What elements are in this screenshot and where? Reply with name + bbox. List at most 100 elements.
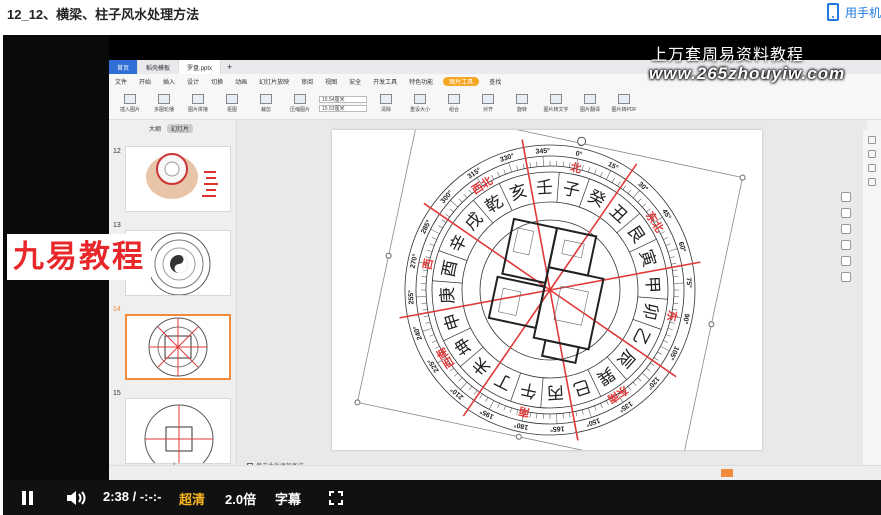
resize-handle [708, 321, 715, 328]
thumb-number: 13 [113, 222, 121, 229]
degree-tick [497, 172, 500, 177]
menu-home[interactable]: 开始 [133, 77, 157, 86]
brand-logo-text: 九易教程 [7, 234, 151, 280]
degree-tick [673, 302, 679, 304]
menu-design[interactable]: 设计 [181, 77, 205, 86]
mountain-label: 癸 [585, 186, 609, 211]
degree-label: 105° [667, 345, 681, 362]
ribbon-ocr[interactable]: 图片转文字 [541, 94, 571, 113]
ribbon-compress[interactable]: 压缩图片 [285, 94, 315, 113]
ribbon-stitch[interactable]: 图片拼接 [183, 94, 213, 113]
style-icon[interactable] [868, 136, 876, 144]
caption-button[interactable]: 字幕 [275, 489, 301, 508]
degree-tick [606, 400, 609, 406]
menu-file[interactable]: 文件 [109, 77, 133, 86]
pause-button[interactable] [21, 491, 35, 505]
menu-animation[interactable]: 动画 [229, 77, 253, 86]
layer-icon[interactable] [841, 256, 851, 266]
app-tab-home[interactable]: 首页 [109, 60, 139, 74]
degree-tick [569, 412, 571, 418]
resize-handle [739, 174, 746, 181]
degree-tick [497, 403, 500, 408]
compass-group: 0°15°30°45°60°75°90°105°120°135°150°165°… [354, 130, 746, 450]
ribbon-insert-picture[interactable]: 插入图片 [115, 94, 145, 113]
mountain-label: 辛 [446, 232, 471, 256]
menu-features[interactable]: 特色功能 [403, 77, 439, 86]
quality-button[interactable]: 超清 [179, 489, 205, 508]
degree-tick [663, 340, 668, 343]
menu-review[interactable]: 审阅 [295, 77, 319, 86]
ribbon-translate[interactable]: 图片翻译 [575, 94, 605, 113]
menu-slideshow[interactable]: 幻灯片放映 [253, 77, 295, 86]
slide-thumbnail-15[interactable] [125, 398, 231, 464]
degree-label: 30° [636, 180, 649, 193]
height-field[interactable]: 15.54厘米 [319, 95, 367, 103]
link-icon[interactable] [841, 240, 851, 250]
resize-handle [354, 399, 361, 406]
mountain-label: 丑 [606, 201, 631, 226]
mountain-label: 壬 [536, 178, 554, 198]
thumb-number: 15 [113, 390, 121, 397]
menu-insert[interactable]: 插入 [157, 77, 181, 86]
degree-tick [503, 169, 506, 175]
ribbon-align[interactable]: 对齐 [473, 94, 503, 113]
degree-tick [485, 397, 489, 402]
phone-link[interactable]: 用手机 [826, 3, 881, 21]
crop-icon[interactable] [841, 208, 851, 218]
page-root: 12_12、横梁、柱子风水处理方法 用手机 首页 稻壳模板 罗盘.pptx + … [0, 0, 881, 515]
degree-tick [600, 172, 603, 177]
degree-tick [669, 321, 675, 324]
menu-search[interactable]: 查找 [483, 77, 507, 86]
top-bar: 12_12、横梁、柱子风水处理方法 用手机 [0, 0, 881, 34]
volume-icon[interactable] [66, 490, 88, 506]
mountain-label: 庚 [438, 286, 458, 304]
menu-security[interactable]: 安全 [343, 77, 367, 86]
zoom-icon[interactable] [841, 192, 851, 202]
degree-tick [667, 248, 678, 252]
fullscreen-icon[interactable] [329, 491, 343, 505]
degree-tick [674, 289, 679, 291]
view-mode-button[interactable] [721, 469, 733, 477]
degree-tick [425, 321, 431, 324]
ribbon-clear[interactable]: 清除 [371, 94, 401, 113]
text-icon[interactable] [868, 178, 876, 186]
degree-tick [660, 346, 670, 352]
slide-thumbnail-pane: 大纲 幻灯片 12 13 14 15 [109, 120, 237, 480]
shape-icon[interactable] [868, 150, 876, 158]
tab-outline[interactable]: 大纲 [149, 124, 161, 133]
degree-tick [425, 256, 431, 259]
picture-icon[interactable] [841, 224, 851, 234]
ribbon-cutout[interactable]: 抠图 [217, 94, 247, 113]
width-field[interactable]: 15.53厘米 [319, 104, 367, 112]
app-tab-document[interactable]: 罗盘.pptx [179, 60, 222, 74]
menu-picture-tools[interactable]: 图片工具 [443, 76, 480, 86]
mountain-label: 寅 [636, 247, 659, 269]
menu-view[interactable]: 视图 [319, 77, 343, 86]
ribbon-rotate[interactable]: 旋转 [507, 94, 537, 113]
compass-diagram[interactable]: 0°15°30°45°60°75°90°105°120°135°150°165°… [332, 130, 762, 450]
mountain-label: 辰 [613, 346, 638, 371]
ribbon-resize[interactable]: 重设大小 [405, 94, 435, 113]
menu-transition[interactable]: 切换 [205, 77, 229, 86]
tab-slides[interactable]: 幻灯片 [167, 124, 194, 133]
degree-label: 210° [449, 385, 465, 401]
ribbon-crop[interactable]: 裁剪 [251, 94, 281, 113]
ribbon-size-fields: 15.54厘米 15.53厘米 [319, 95, 367, 112]
menu-developer[interactable]: 开发工具 [367, 77, 403, 86]
more-icon[interactable] [841, 272, 851, 282]
settings-icon[interactable] [868, 164, 876, 172]
degree-tick [542, 156, 544, 167]
ribbon-carousel[interactable]: 多图轮播 [149, 94, 179, 113]
app-tab-templates[interactable]: 稻壳模板 [138, 60, 180, 74]
video-player[interactable]: 首页 稻壳模板 罗盘.pptx + 文件 开始 插入 设计 切换 动画 幻灯片放… [3, 35, 881, 515]
slide-thumbnail-12[interactable] [125, 146, 231, 212]
ribbon-to-pdf[interactable]: 图片转PDF [609, 94, 639, 113]
degree-tick [429, 243, 435, 246]
speed-button[interactable]: 2.0倍 [225, 489, 256, 508]
slide-canvas[interactable]: 0° 15° 30° 45° 60° 75° 90° 105° 120° 135° 150° 165°… [332, 130, 762, 450]
slide-thumbnail-14-selected[interactable] [125, 314, 231, 380]
ribbon-group[interactable]: 组合 [439, 94, 469, 113]
new-tab-button[interactable]: + [221, 62, 238, 72]
degree-label: 285° [419, 218, 433, 235]
degree-tick [516, 165, 519, 171]
